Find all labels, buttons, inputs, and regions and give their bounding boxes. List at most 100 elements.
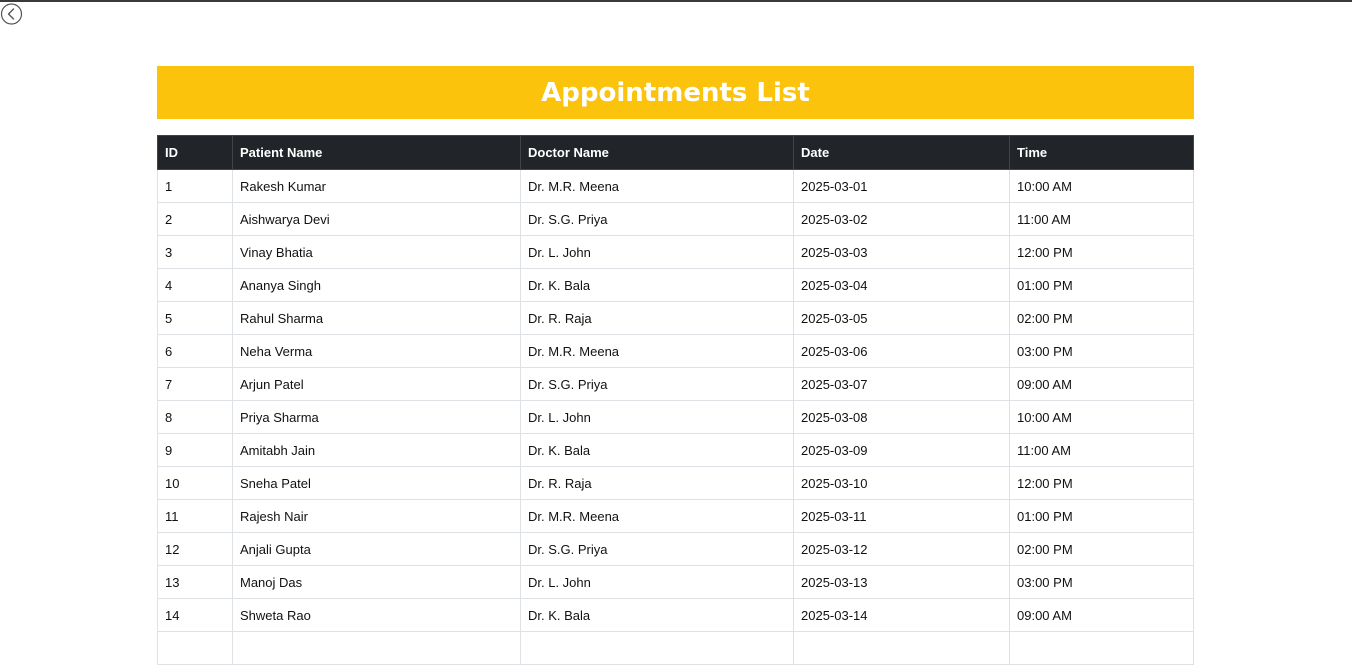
cell-patient-name: Rahul Sharma (232, 301, 521, 335)
cell-id: 7 (157, 367, 233, 401)
table-row: 10 Sneha Patel Dr. R. Raja 2025-03-10 12:00 … (157, 466, 1194, 500)
cell-time: 10:00 AM (1009, 169, 1194, 203)
header-date: Date (793, 135, 1010, 170)
cell-date: 2025-03-05 (793, 301, 1010, 335)
cell-patient-name: Rajesh Nair (232, 499, 521, 533)
cell-doctor-name: Dr. K. Bala (520, 433, 794, 467)
cell-id (157, 631, 233, 665)
cell-doctor-name: Dr. L. John (520, 565, 794, 599)
table-row: 14 Shweta Rao Dr. K. Bala 2025-03-14 09:00 A… (157, 598, 1194, 632)
cell-patient-name: Vinay Bhatia (232, 235, 521, 269)
cell-date: 2025-03-06 (793, 334, 1010, 368)
cell-patient-name: Shweta Rao (232, 598, 521, 632)
cell-time: 11:00 AM (1009, 433, 1194, 467)
cell-time: 01:00 PM (1009, 268, 1194, 302)
cell-doctor-name: Dr. K. Bala (520, 598, 794, 632)
cell-doctor-name: Dr. S.G. Priya (520, 367, 794, 401)
cell-doctor-name: Dr. S.G. Priya (520, 532, 794, 566)
cell-time (1009, 631, 1194, 665)
cell-patient-name (232, 631, 521, 665)
table-row: 11 Rajesh Nair Dr. M.R. Meena 2025-03-11 01:… (157, 499, 1194, 533)
cell-doctor-name: Dr. K. Bala (520, 268, 794, 302)
header-time: Time (1009, 135, 1194, 170)
cell-time: 11:00 AM (1009, 202, 1194, 236)
cell-patient-name: Ananya Singh (232, 268, 521, 302)
table-row: 8 Priya Sharma Dr. L. John 2025-03-08 10:00 … (157, 400, 1194, 434)
table-row: 13 Manoj Das Dr. L. John 2025-03-13 03:00 PM (157, 565, 1194, 599)
cell-time: 01:00 PM (1009, 499, 1194, 533)
cell-id: 1 (157, 169, 233, 203)
cell-patient-name: Priya Sharma (232, 400, 521, 434)
cell-id: 9 (157, 433, 233, 467)
appointments-table: ID Patient Name Doctor Name Date Time 1R… (157, 135, 1194, 665)
cell-time: 09:00 AM (1009, 367, 1194, 401)
cell-id: 5 (157, 301, 233, 335)
cell-time: 12:00 PM (1009, 235, 1194, 269)
cell-id: 3 (157, 235, 233, 269)
cell-doctor-name: Dr. M.R. Meena (520, 499, 794, 533)
window-top-border (0, 0, 1352, 2)
cell-time: 02:00 PM (1009, 532, 1194, 566)
cell-id: 2 (157, 202, 233, 236)
cell-patient-name: Neha Verma (232, 334, 521, 368)
cell-id: 6 (157, 334, 233, 368)
cell-doctor-name: Dr. R. Raja (520, 466, 794, 500)
cell-patient-name: Amitabh Jain (232, 433, 521, 467)
table-row: 5 Rahul Sharma Dr. R. Raja 2025-03-05 02:00 … (157, 301, 1194, 335)
cell-id: 11 (157, 499, 233, 533)
table-body: 1 Rakesh Kumar Dr. M.R. Meena 2025-03-01 10:… (157, 169, 1194, 665)
title-banner: Appointments List (157, 66, 1194, 119)
cell-date: 2025-03-09 (793, 433, 1010, 467)
table-row: 9 Amitabh Jain Dr. K. Bala 2025-03-09 11:00 … (157, 433, 1194, 467)
cell-date: 2025-03-08 (793, 400, 1010, 434)
cell-date: 2025-03-04 (793, 268, 1010, 302)
cell-date (793, 631, 1010, 665)
cell-date: 2025-03-07 (793, 367, 1010, 401)
cell-time: 10:00 AM (1009, 400, 1194, 434)
cell-id: 10 (157, 466, 233, 500)
table-row: 12 Anjali Gupta Dr. S.G. Priya 2025-03-12 02… (157, 532, 1194, 566)
cell-date: 2025-03-10 (793, 466, 1010, 500)
cell-doctor-name: Dr. R. Raja (520, 301, 794, 335)
cell-doctor-name: Dr. L. John (520, 235, 794, 269)
cell-id: 14 (157, 598, 233, 632)
cell-date: 2025-03-01 (793, 169, 1010, 203)
cell-date: 2025-03-11 (793, 499, 1010, 533)
cell-date: 2025-03-03 (793, 235, 1010, 269)
table-row (157, 631, 1194, 665)
cell-doctor-name: Dr. S.G. Priya (520, 202, 794, 236)
cell-doctor-name (520, 631, 794, 665)
back-button[interactable] (0, 2, 24, 26)
cell-patient-name: Rakesh Kumar (232, 169, 521, 203)
cell-time: 03:00 PM (1009, 565, 1194, 599)
cell-date: 2025-03-13 (793, 565, 1010, 599)
cell-doctor-name: Dr. L. John (520, 400, 794, 434)
cell-patient-name: Anjali Gupta (232, 532, 521, 566)
header-id: ID (157, 135, 233, 170)
cell-patient-name: Arjun Patel (232, 367, 521, 401)
table-row: 6 Neha Verma Dr. M.R. Meena 2025-03-06 03:00… (157, 334, 1194, 368)
table-header-row: ID Patient Name Doctor Name Date Time (157, 135, 1194, 170)
appointments-panel: Appointments List ID Patient Name Doctor… (157, 66, 1194, 665)
cell-time: 02:00 PM (1009, 301, 1194, 335)
table-row: 3 Vinay Bhatia Dr. L. John 2025-03-03 12:00 … (157, 235, 1194, 269)
cell-patient-name: Aishwarya Devi (232, 202, 521, 236)
table-row: 7 Arjun Patel Dr. S.G. Priya 2025-03-07 09:0… (157, 367, 1194, 401)
cell-id: 4 (157, 268, 233, 302)
cell-date: 2025-03-12 (793, 532, 1010, 566)
cell-id: 13 (157, 565, 233, 599)
cell-doctor-name: Dr. M.R. Meena (520, 169, 794, 203)
header-doctor-name: Doctor Name (520, 135, 794, 170)
header-patient-name: Patient Name (232, 135, 521, 170)
cell-doctor-name: Dr. M.R. Meena (520, 334, 794, 368)
cell-patient-name: Sneha Patel (232, 466, 521, 500)
table-row: 1 Rakesh Kumar Dr. M.R. Meena 2025-03-01 10:… (157, 169, 1194, 203)
cell-patient-name: Manoj Das (232, 565, 521, 599)
page-title: Appointments List (541, 77, 810, 108)
cell-time: 03:00 PM (1009, 334, 1194, 368)
table-row: 2 Aishwarya Devi Dr. S.G. Priya 2025-03-02 1… (157, 202, 1194, 236)
cell-id: 12 (157, 532, 233, 566)
cell-time: 12:00 PM (1009, 466, 1194, 500)
cell-date: 2025-03-02 (793, 202, 1010, 236)
chevron-left-circle-icon (0, 3, 23, 25)
